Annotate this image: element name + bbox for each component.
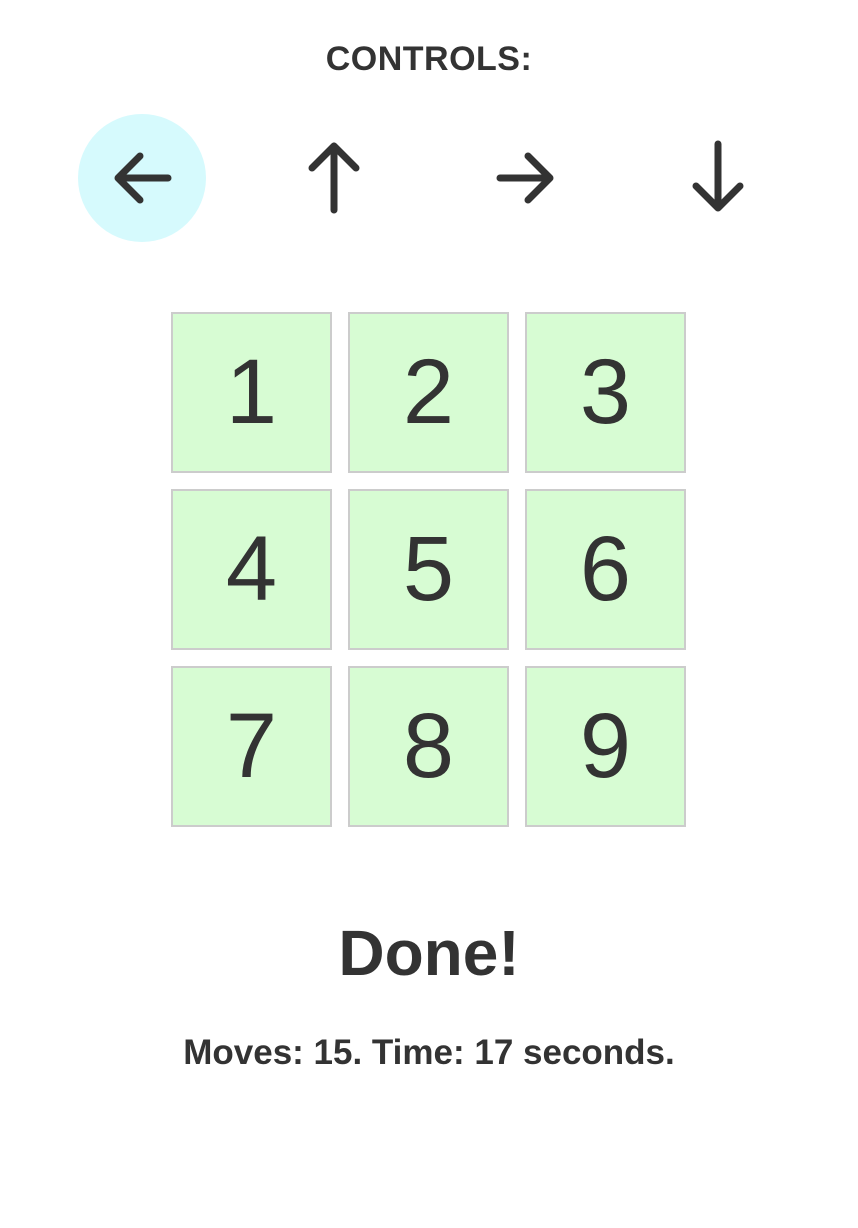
tile-8[interactable]: 8 (348, 666, 509, 827)
arrow-down-icon (692, 140, 744, 212)
game-stats: Moves: 15. Time: 17 seconds. (183, 1033, 675, 1072)
status-message: Done! (338, 917, 520, 989)
tile-2[interactable]: 2 (348, 312, 509, 473)
move-up-button[interactable] (270, 114, 398, 242)
tile-7[interactable]: 7 (171, 666, 332, 827)
tile-4[interactable]: 4 (171, 489, 332, 650)
puzzle-board: 1 2 3 4 5 6 7 8 9 (171, 312, 690, 831)
tile-9[interactable]: 9 (525, 666, 686, 827)
arrow-left-icon (114, 152, 172, 204)
tile-1[interactable]: 1 (171, 312, 332, 473)
move-left-button[interactable] (78, 114, 206, 242)
move-down-button[interactable] (654, 114, 782, 242)
arrow-up-icon (308, 142, 360, 214)
tile-3[interactable]: 3 (525, 312, 686, 473)
move-right-button[interactable] (462, 114, 590, 242)
controls-heading: CONTROLS: (325, 40, 533, 78)
tile-5[interactable]: 5 (348, 489, 509, 650)
arrow-right-icon (496, 152, 554, 204)
tile-6[interactable]: 6 (525, 489, 686, 650)
